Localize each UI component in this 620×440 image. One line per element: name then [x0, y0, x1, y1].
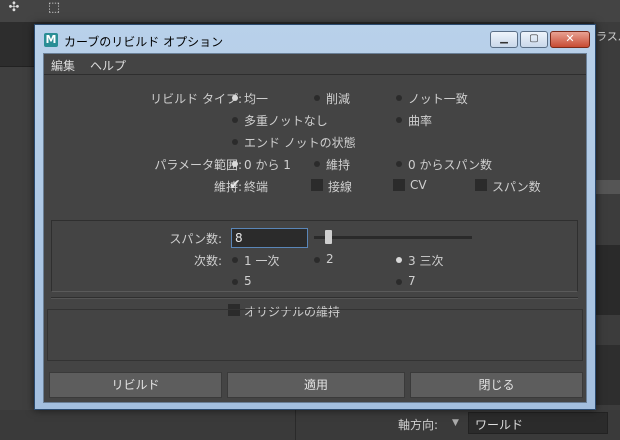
degree-3-cubic-radio[interactable] [396, 257, 402, 263]
param-range-0-to-spans-radio[interactable] [396, 161, 402, 167]
rebuild-type-uniform-radio[interactable] [232, 95, 238, 101]
tool-icon[interactable]: ✣ [4, 0, 24, 16]
param-range-0-to-1-label[interactable]: 0 から 1 [244, 156, 291, 173]
param-range-keep-radio[interactable] [314, 161, 320, 167]
close-window-button[interactable]: ✕ [550, 31, 590, 48]
maximize-button[interactable]: ▢ [520, 31, 548, 48]
rebuild-type-curvature-radio[interactable] [396, 117, 402, 123]
rebuild-type-reduce-label[interactable]: 削減 [326, 90, 350, 107]
rebuild-button[interactable]: リビルド [49, 372, 222, 398]
menu-separator [44, 74, 586, 75]
degree-2-radio[interactable] [314, 257, 320, 263]
degree-7-label[interactable]: 7 [408, 274, 416, 288]
divider [295, 410, 296, 440]
degree-1-linear-radio[interactable] [232, 257, 238, 263]
degree-2-label[interactable]: 2 [326, 252, 334, 266]
close-button[interactable]: 閉じる [410, 372, 583, 398]
window-title: カーブのリビルド オプション [64, 35, 224, 49]
keep-label: 維持: [213, 180, 242, 194]
right-panel-band [594, 180, 620, 194]
axis-direction-label: 軸方向: [398, 418, 439, 432]
degree-3-cubic-label[interactable]: 3 三次 [408, 252, 443, 269]
keep-tangents-label[interactable]: 接線 [328, 178, 352, 195]
num-spans-input[interactable] [231, 228, 308, 248]
parameter-range-label: パラメータ範囲: [154, 158, 242, 172]
right-panel-label: ラスル [596, 30, 620, 43]
right-panel-area [594, 245, 620, 315]
rebuild-type-label: リビルド タイプ: [150, 92, 242, 106]
menu-help[interactable]: ヘルプ [90, 57, 126, 74]
rebuild-type-match-knots-radio[interactable] [396, 95, 402, 101]
menu-bar: 編集 ヘルプ [44, 54, 586, 74]
minimize-button[interactable]: ▁ [490, 31, 518, 48]
keep-tangents-checkbox[interactable] [311, 179, 323, 191]
dropdown-arrow-icon[interactable]: ▼ [452, 418, 459, 428]
num-spans-slider-handle[interactable] [325, 230, 332, 244]
num-spans-slider-track[interactable] [314, 236, 472, 239]
rebuild-type-reduce-radio[interactable] [314, 95, 320, 101]
axis-direction-select[interactable]: ワールド [468, 412, 608, 434]
keep-ends-label[interactable]: 終端 [244, 178, 268, 195]
keep-ends-checkbox[interactable]: ✔ [229, 178, 241, 192]
right-panel-area [594, 345, 620, 405]
rebuild-type-no-multiple-knots-label[interactable]: 多重ノットなし [244, 112, 328, 129]
degree-5-radio[interactable] [232, 279, 238, 285]
keep-num-spans-label[interactable]: スパン数 [492, 178, 541, 195]
degree-5-label[interactable]: 5 [244, 274, 252, 288]
maya-app-icon: M [44, 33, 58, 47]
rebuild-type-no-multiple-knots-radio[interactable] [232, 117, 238, 123]
degree-7-radio[interactable] [396, 279, 402, 285]
rebuild-curve-options-window: M カーブのリビルド オプション ▁ ▢ ✕ 編集 ヘルプ リビルド タイプ: … [34, 24, 596, 410]
title-bar[interactable]: M カーブのリビルド オプション ▁ ▢ ✕ [35, 25, 595, 53]
rebuild-type-curvature-label[interactable]: 曲率 [408, 112, 432, 129]
rebuild-type-end-conditions-radio[interactable] [232, 139, 238, 145]
options-separator [51, 297, 578, 299]
dialog-client-area: 編集 ヘルプ リビルド タイプ: 均一 削減 ノット一致 多重ノットなし 曲率 … [43, 53, 587, 403]
num-spans-label: スパン数: [169, 232, 222, 246]
keep-cvs-checkbox[interactable] [393, 179, 405, 191]
param-range-0-to-spans-label[interactable]: 0 からスパン数 [408, 156, 492, 173]
bottom-inner-frame [47, 309, 583, 361]
maya-top-toolbar: ✣ ⬚ [0, 0, 620, 22]
rebuild-type-end-conditions-label[interactable]: エンド ノットの状態 [244, 134, 356, 151]
param-range-0-to-1-radio[interactable] [232, 161, 238, 167]
menu-edit[interactable]: 編集 [51, 57, 75, 74]
keep-cvs-label[interactable]: CV [410, 178, 427, 192]
param-range-keep-label[interactable]: 維持 [326, 156, 350, 173]
degree-label: 次数: [193, 254, 222, 268]
degree-1-linear-label[interactable]: 1 一次 [244, 252, 279, 269]
keep-num-spans-checkbox[interactable] [475, 179, 487, 191]
rebuild-type-match-knots-label[interactable]: ノット一致 [408, 90, 468, 107]
rebuild-type-uniform-label[interactable]: 均一 [244, 90, 268, 107]
apply-button[interactable]: 適用 [227, 372, 405, 398]
tool-icon[interactable]: ⬚ [44, 0, 64, 16]
